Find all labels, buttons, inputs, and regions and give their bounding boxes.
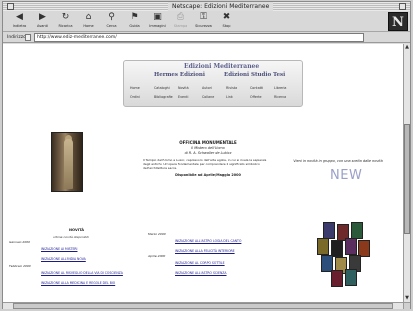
site-banner: Edizioni Mediterranee Hermes Edizioni Ed… xyxy=(123,60,303,107)
book-link[interactable]: INIZIAZIONE ALLA MEDICINA E REGOLE DEL B… xyxy=(41,281,115,285)
close-box-icon[interactable] xyxy=(7,3,14,10)
banner-menu-item[interactable]: Offerte xyxy=(250,94,262,100)
banner-menu-item[interactable]: Collane xyxy=(202,94,214,100)
novita-heading: NOVITÀ xyxy=(69,228,85,232)
new-badge[interactable]: NEW xyxy=(330,168,362,183)
book-link[interactable]: INIZIAZIONE ALL'ASTRO SCIENZA xyxy=(175,271,227,275)
featured-book: OFFICINA MONUMENTALE Il Mistero dell'Uom… xyxy=(143,140,273,178)
novita-note[interactable]: Vieni in novità in gruppo, con una scelt… xyxy=(288,159,388,164)
toolbar-button-label: Stampa xyxy=(173,24,188,28)
novita-subheading: ultime novità disponibili xyxy=(53,235,89,239)
toolbar-button-home[interactable]: ⌂ Home xyxy=(80,12,97,31)
toolbar-button-label: Avanti xyxy=(37,24,48,28)
toolbar-button-avanti[interactable]: ▶ Avanti xyxy=(34,12,51,31)
banner-hermes[interactable]: Hermes Edizioni xyxy=(154,72,205,78)
page-proxy-icon[interactable] xyxy=(25,34,31,41)
banner-menu-item[interactable]: Home xyxy=(130,85,140,91)
banner-menu-item[interactable]: Novità xyxy=(178,85,189,91)
toolbar-button-guida[interactable]: ⚑ Guida xyxy=(126,12,143,31)
banner-menu-item[interactable]: Eventi xyxy=(178,94,188,100)
forward-arrow-icon: ▶ xyxy=(39,12,46,22)
release-date: Gennaio 2000 xyxy=(9,240,31,244)
toolbar-button-label: Stop xyxy=(222,24,231,28)
horizontal-scroll-thumb[interactable] xyxy=(13,303,393,309)
toolbar-button-cerca[interactable]: ⚲ Cerca xyxy=(103,12,120,31)
navigation-toolbar: ◀ Indietro ▶ Avanti ↻ Ricarica ⌂ Home ⚲ Cerca ⚑ Gui… xyxy=(3,11,410,32)
featured-author: di R. A. Schwaller de Lubicz xyxy=(184,151,232,155)
scroll-down-icon[interactable]: ▼ xyxy=(404,295,410,301)
banner-studio-tesi[interactable]: Edizioni Studio Tesi xyxy=(224,72,285,78)
reload-icon: ↻ xyxy=(61,12,70,22)
url-field[interactable]: http://www.ediz-mediterranee.com/ xyxy=(34,33,364,42)
release-date: Marzo 2000 xyxy=(148,232,166,236)
book-link[interactable]: INIZIAZIONE ALLA FELICITÀ INTERIORE xyxy=(175,249,235,253)
banner-menu-item[interactable]: Link xyxy=(226,94,233,100)
banner-title: Edizioni Mediterranee xyxy=(184,63,260,70)
featured-date: Disponibile ad Aprile/Maggio 2000 xyxy=(175,172,241,177)
home-icon: ⌂ xyxy=(85,12,92,22)
statue-image xyxy=(51,132,83,192)
back-arrow-icon: ◀ xyxy=(16,12,23,22)
book-link[interactable]: INIZIAZIONE AL RISVEGLIO DELLA VIA DI CO… xyxy=(41,271,123,275)
featured-description: Il Tempio dell'Uomo a Luxor, capolavoro … xyxy=(143,158,267,171)
zoom-box-icon[interactable] xyxy=(399,3,406,10)
banner-menu-item[interactable]: Ordini xyxy=(130,94,140,100)
toolbar-button-label: Guida xyxy=(129,24,140,28)
book-link[interactable]: INIZIAZIONE AI MISTERI xyxy=(41,247,77,251)
scroll-up-icon[interactable]: ▲ xyxy=(404,44,410,50)
vertical-scroll-thumb[interactable] xyxy=(404,124,410,234)
toolbar-button-label: Cerca xyxy=(106,24,117,28)
banner-menu-item[interactable]: Cataloghi xyxy=(154,85,170,91)
netscape-logo-icon[interactable]: N xyxy=(388,12,408,31)
resize-grip-icon[interactable] xyxy=(403,302,410,309)
window-title: Netscape: Edizioni Mediterranee xyxy=(168,2,274,11)
title-bar[interactable]: Netscape: Edizioni Mediterranee xyxy=(3,2,410,11)
horizontal-scrollbar[interactable] xyxy=(3,302,403,309)
book-link[interactable]: INIZIAZIONE AL CORPO SOTTILE xyxy=(175,261,225,265)
release-date: Aprile 2000 xyxy=(148,254,166,258)
page-content: Edizioni Mediterranee Hermes Edizioni Ed… xyxy=(3,44,403,302)
toolbar-button-label: Home xyxy=(83,24,94,28)
browser-window: Netscape: Edizioni Mediterranee ◀ Indietr… xyxy=(2,1,411,309)
toolbar-button-label: Indietro xyxy=(12,24,27,28)
release-date: Febbraio 2000 xyxy=(9,264,31,268)
book-covers-image[interactable] xyxy=(313,222,371,287)
banner-menu-item[interactable]: Libreria xyxy=(274,85,286,91)
toolbar-button-indietro[interactable]: ◀ Indietro xyxy=(11,12,28,31)
images-icon: ▣ xyxy=(153,12,162,22)
search-icon: ⚲ xyxy=(108,12,115,22)
book-link[interactable]: INIZIAZIONE ALL'ASTRO LOGIA DEL CANTO xyxy=(175,239,241,243)
toolbar-button-label: Sicurezza xyxy=(195,24,212,28)
toolbar-button-immagini[interactable]: ▣ Immagini xyxy=(149,12,166,31)
toolbar-button-label: Immagini xyxy=(149,24,166,28)
site-menu-row-1: Home Cataloghi Novità Autori Rivista Contatti… xyxy=(128,85,300,91)
print-icon: ⎙ xyxy=(176,12,185,22)
toolbar-button-sicurezza[interactable]: ⚿ Sicurezza xyxy=(195,12,212,31)
site-menu-row-2: Ordini Bibliografie Eventi Collane Link Offer… xyxy=(128,94,300,100)
stop-icon: ✖ xyxy=(222,12,231,22)
banner-menu-item[interactable]: Rivista xyxy=(226,85,237,91)
banner-menu-item[interactable]: Ricerca xyxy=(274,94,286,100)
toolbar-button-stampa[interactable]: ⎙ Stampa xyxy=(172,12,189,31)
banner-menu-item[interactable]: Autori xyxy=(202,85,212,91)
guide-icon: ⚑ xyxy=(130,12,139,22)
lock-icon: ⚿ xyxy=(200,12,207,22)
banner-menu-item[interactable]: Bibliografie xyxy=(154,94,173,100)
vertical-scrollbar[interactable]: ▲ ▼ xyxy=(403,44,410,302)
book-link[interactable]: INIZIAZIONE ALL'INDIA NOVA xyxy=(41,257,86,261)
toolbar-button-ricarica[interactable]: ↻ Ricarica xyxy=(57,12,74,31)
toolbar-button-stop[interactable]: ✖ Stop xyxy=(218,12,235,31)
banner-menu-item[interactable]: Contatti xyxy=(250,85,263,91)
toolbar-button-label: Ricarica xyxy=(58,24,73,28)
location-bar: Indirizzo: http://www.ediz-mediterranee.… xyxy=(3,32,410,43)
